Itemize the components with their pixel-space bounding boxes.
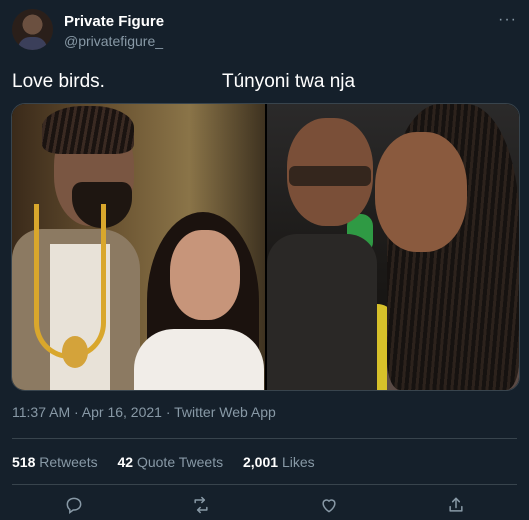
tweet-header: Private Figure @privatefigure_ ···: [12, 9, 517, 55]
photo-couple-right[interactable]: [267, 104, 519, 390]
quote-tweets-stat[interactable]: 42 Quote Tweets: [118, 454, 228, 470]
quote-tweets-label: Quote Tweets: [136, 454, 224, 470]
more-icon[interactable]: ···: [498, 11, 517, 29]
user-handle[interactable]: @privatefigure_: [64, 33, 163, 49]
tweet-actions: [0, 492, 529, 518]
divider: [12, 438, 517, 439]
retweets-label: Retweets: [39, 454, 98, 470]
retweets-count: 518: [12, 454, 36, 470]
tweet-media[interactable]: [11, 103, 520, 391]
avatar[interactable]: [12, 9, 53, 50]
reply-icon[interactable]: [61, 492, 87, 518]
likes-count: 2,001: [243, 454, 279, 470]
likes-label: Likes: [281, 454, 315, 470]
tweet-stats: 518 Retweets 42 Quote Tweets 2,001 Likes: [12, 454, 331, 470]
tweet-timestamp-source[interactable]: 11:37 AM · Apr 16, 2021 · Twitter Web Ap…: [12, 404, 276, 420]
divider: [12, 484, 517, 485]
caption-left: Love birds.: [12, 71, 105, 92]
likes-stat[interactable]: 2,001 Likes: [243, 454, 315, 470]
quote-tweets-count: 42: [117, 454, 134, 470]
heart-icon[interactable]: [316, 492, 342, 518]
caption-right: Túnyoni twa nja: [222, 71, 356, 92]
share-icon[interactable]: [443, 492, 469, 518]
retweets-stat[interactable]: 518 Retweets: [12, 454, 102, 470]
photo-couple-left[interactable]: [12, 104, 265, 390]
display-name[interactable]: Private Figure: [64, 13, 164, 30]
retweet-icon[interactable]: [188, 492, 214, 518]
